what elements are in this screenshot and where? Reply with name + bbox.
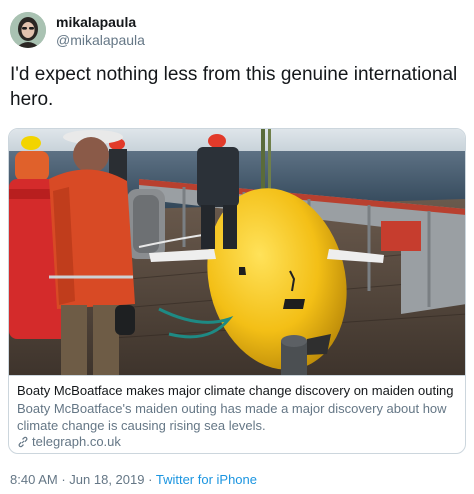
link-icon — [18, 436, 28, 447]
card-domain-text: telegraph.co.uk — [32, 434, 121, 449]
tweet-date[interactable]: Jun 18, 2019 — [69, 472, 144, 487]
avatar-photo-icon — [10, 12, 46, 48]
card-description: Boaty McBoatface's maiden outing has mad… — [17, 401, 447, 433]
card-title[interactable]: Boaty McBoatface makes major climate cha… — [17, 382, 461, 399]
meta-separator: · — [61, 472, 66, 487]
display-name[interactable]: mikalapaula — [56, 14, 136, 30]
card-body[interactable]: Boaty McBoatface makes major climate cha… — [9, 375, 465, 453]
avatar[interactable] — [10, 12, 46, 48]
tweet-text: I'd expect nothing less from this genuin… — [10, 64, 458, 110]
user-handle[interactable]: @mikalapaula — [56, 32, 145, 48]
card-domain[interactable]: telegraph.co.uk — [17, 434, 121, 449]
card-image[interactable] — [9, 129, 466, 375]
tweet-source[interactable]: Twitter for iPhone — [156, 472, 257, 487]
meta-separator: · — [148, 472, 153, 487]
link-card[interactable]: Boaty McBoatface makes major climate cha… — [8, 128, 466, 454]
tweet: mikalapaula @mikalapaula I'd expect noth… — [0, 0, 474, 494]
tweet-time[interactable]: 8:40 AM — [10, 472, 58, 487]
tweet-meta: 8:40 AM · Jun 18, 2019 · Twitter for iPh… — [10, 472, 257, 487]
